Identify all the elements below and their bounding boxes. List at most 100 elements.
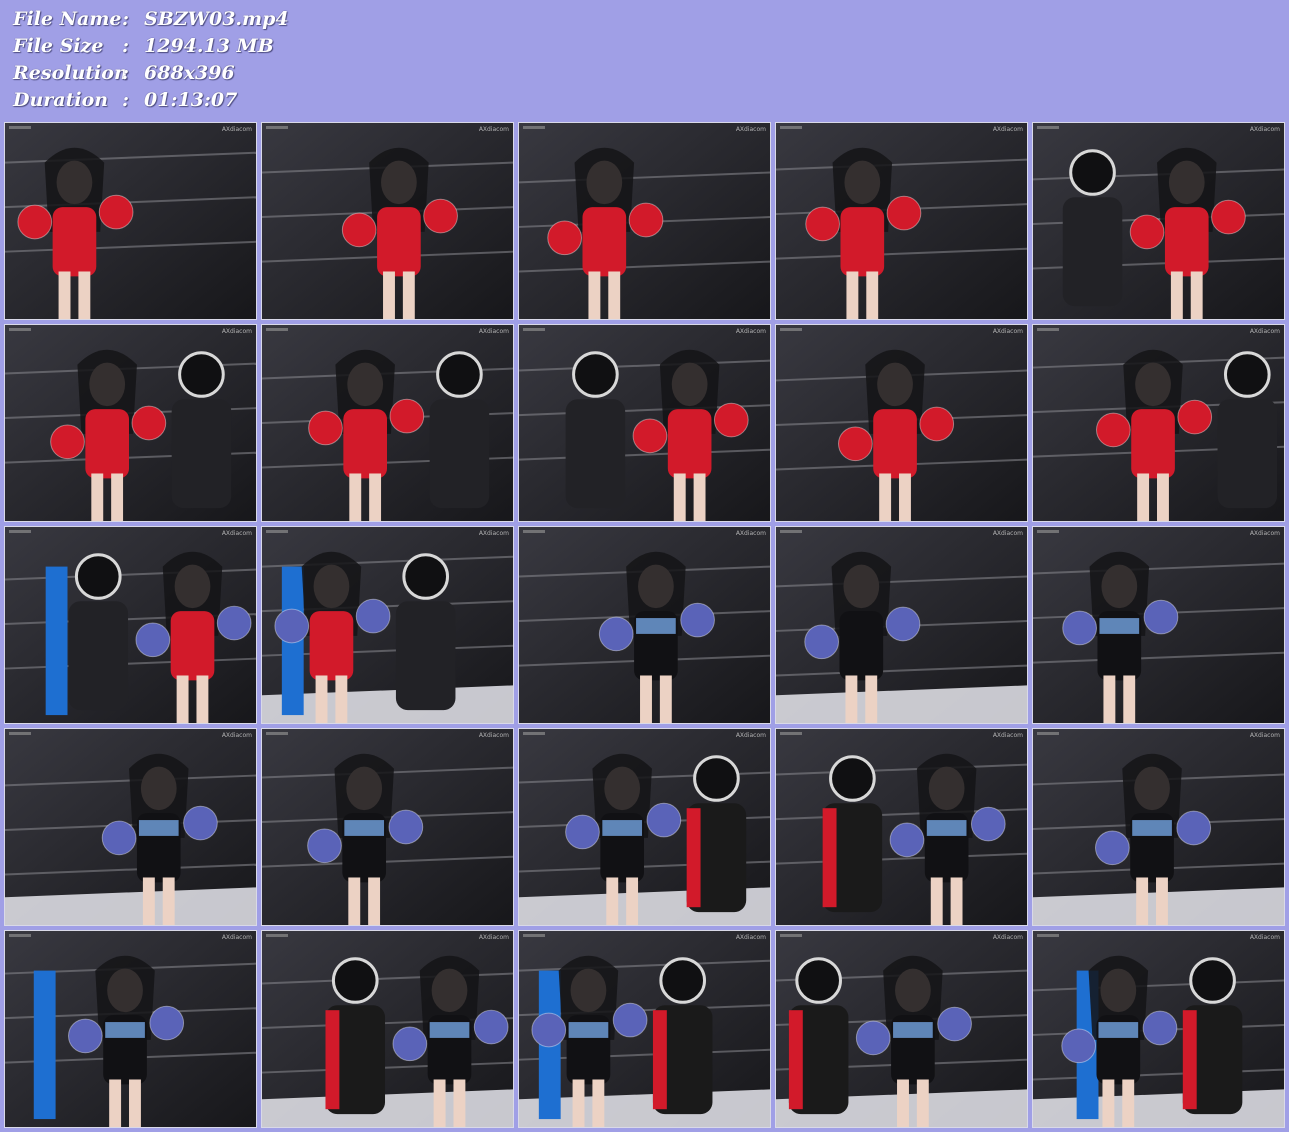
- thumbnail-watermark: AXdiacom: [992, 732, 1023, 739]
- thumbnail-corner-logo: [266, 732, 288, 735]
- thumbnail-image: [262, 123, 513, 319]
- thumbnail-watermark: AXdiacom: [221, 126, 252, 133]
- thumbnail-corner-logo: [9, 126, 31, 129]
- thumbnail-image: [5, 729, 256, 925]
- duration-value: 01:13:07: [144, 89, 238, 111]
- thumbnail-frame: AXdiacom: [261, 324, 514, 522]
- file-name-value: SBZW03.mp4: [144, 8, 289, 30]
- thumbnail-frame: AXdiacom: [775, 324, 1028, 522]
- thumbnail-frame: AXdiacom: [4, 324, 257, 522]
- duration-label: Duration: [13, 89, 109, 111]
- thumbnail-corner-logo: [266, 126, 288, 129]
- thumbnail-image: [1033, 123, 1284, 319]
- thumbnail-frame: AXdiacom: [1032, 526, 1285, 724]
- thumbnail-corner-logo: [9, 328, 31, 331]
- thumbnail-frame: AXdiacom: [1032, 930, 1285, 1128]
- thumbnail-image: [519, 123, 770, 319]
- thumbnail-watermark: AXdiacom: [1249, 732, 1280, 739]
- thumbnail-watermark: AXdiacom: [221, 530, 252, 537]
- thumbnail-watermark: AXdiacom: [735, 934, 766, 941]
- thumbnail-frame: AXdiacom: [518, 930, 771, 1128]
- thumbnail-image: [262, 527, 513, 723]
- file-info-panel: File Name : SBZW03.mp4 File Size : 1294.…: [13, 6, 613, 118]
- thumbnail-corner-logo: [9, 530, 31, 533]
- thumbnail-corner-logo: [523, 530, 545, 533]
- thumbnail-image: [5, 325, 256, 521]
- thumbnail-image: [262, 931, 513, 1127]
- thumbnail-frame: AXdiacom: [518, 324, 771, 522]
- thumbnail-frame: AXdiacom: [4, 728, 257, 926]
- thumbnail-corner-logo: [266, 328, 288, 331]
- thumbnail-frame: AXdiacom: [261, 526, 514, 724]
- thumbnail-watermark: AXdiacom: [221, 934, 252, 941]
- thumbnail-watermark: AXdiacom: [478, 934, 509, 941]
- thumbnail-image: [5, 123, 256, 319]
- thumbnail-image: [519, 931, 770, 1127]
- thumbnail-frame: AXdiacom: [261, 728, 514, 926]
- thumbnail-watermark: AXdiacom: [735, 732, 766, 739]
- thumbnail-image: [1033, 931, 1284, 1127]
- thumbnail-image: [776, 123, 1027, 319]
- thumbnail-watermark: AXdiacom: [221, 328, 252, 335]
- thumbnail-frame: AXdiacom: [518, 728, 771, 926]
- thumbnail-corner-logo: [780, 328, 802, 331]
- thumbnail-corner-logo: [1037, 530, 1059, 533]
- thumbnail-frame: AXdiacom: [261, 122, 514, 320]
- thumbnail-watermark: AXdiacom: [478, 530, 509, 537]
- thumbnail-corner-logo: [1037, 934, 1059, 937]
- thumbnail-watermark: AXdiacom: [992, 126, 1023, 133]
- thumbnail-frame: AXdiacom: [775, 122, 1028, 320]
- file-size-separator: :: [122, 35, 130, 57]
- duration-separator: :: [122, 89, 130, 111]
- thumbnail-frame: AXdiacom: [775, 728, 1028, 926]
- thumbnail-watermark: AXdiacom: [478, 126, 509, 133]
- thumbnail-watermark: AXdiacom: [992, 328, 1023, 335]
- thumbnail-corner-logo: [523, 126, 545, 129]
- thumbnail-frame: AXdiacom: [775, 526, 1028, 724]
- file-name-label: File Name: [13, 8, 122, 30]
- thumbnail-image: [1033, 325, 1284, 521]
- thumbnail-corner-logo: [523, 328, 545, 331]
- thumbnail-frame: AXdiacom: [518, 526, 771, 724]
- thumbnail-watermark: AXdiacom: [478, 328, 509, 335]
- thumbnail-image: [5, 527, 256, 723]
- thumbnail-corner-logo: [523, 934, 545, 937]
- file-name-separator: :: [122, 8, 130, 30]
- resolution-label: Resolution: [13, 62, 128, 84]
- thumbnail-image: [519, 527, 770, 723]
- thumbnail-image: [776, 527, 1027, 723]
- thumbnail-watermark: AXdiacom: [735, 530, 766, 537]
- thumbnail-image: [776, 931, 1027, 1127]
- thumbnail-watermark: AXdiacom: [735, 328, 766, 335]
- thumbnail-image: [1033, 729, 1284, 925]
- thumbnail-corner-logo: [1037, 126, 1059, 129]
- thumbnail-watermark: AXdiacom: [1249, 530, 1280, 537]
- thumbnail-image: [262, 325, 513, 521]
- thumbnail-corner-logo: [780, 732, 802, 735]
- thumbnail-image: [776, 325, 1027, 521]
- thumbnail-corner-logo: [523, 732, 545, 735]
- thumbnail-frame: AXdiacom: [1032, 122, 1285, 320]
- thumbnail-watermark: AXdiacom: [1249, 934, 1280, 941]
- thumbnail-corner-logo: [1037, 328, 1059, 331]
- thumbnail-watermark: AXdiacom: [735, 126, 766, 133]
- thumbnail-image: [519, 325, 770, 521]
- thumbnail-frame: AXdiacom: [518, 122, 771, 320]
- thumbnail-image: [5, 931, 256, 1127]
- thumbnail-image: [776, 729, 1027, 925]
- thumbnail-corner-logo: [266, 934, 288, 937]
- thumbnail-corner-logo: [780, 126, 802, 129]
- resolution-value: 688x396: [144, 62, 235, 84]
- thumbnail-corner-logo: [780, 934, 802, 937]
- thumbnail-watermark: AXdiacom: [221, 732, 252, 739]
- thumbnail-grid: AXdiacom AXdiacom AXdiacom AXdiacom AXdiacom…: [4, 122, 1286, 1128]
- thumbnail-watermark: AXdiacom: [992, 530, 1023, 537]
- file-size-label: File Size: [13, 35, 104, 57]
- thumbnail-corner-logo: [780, 530, 802, 533]
- thumbnail-frame: AXdiacom: [775, 930, 1028, 1128]
- thumbnail-frame: AXdiacom: [4, 122, 257, 320]
- thumbnail-watermark: AXdiacom: [478, 732, 509, 739]
- thumbnail-frame: AXdiacom: [4, 930, 257, 1128]
- thumbnail-frame: AXdiacom: [1032, 728, 1285, 926]
- thumbnail-image: [262, 729, 513, 925]
